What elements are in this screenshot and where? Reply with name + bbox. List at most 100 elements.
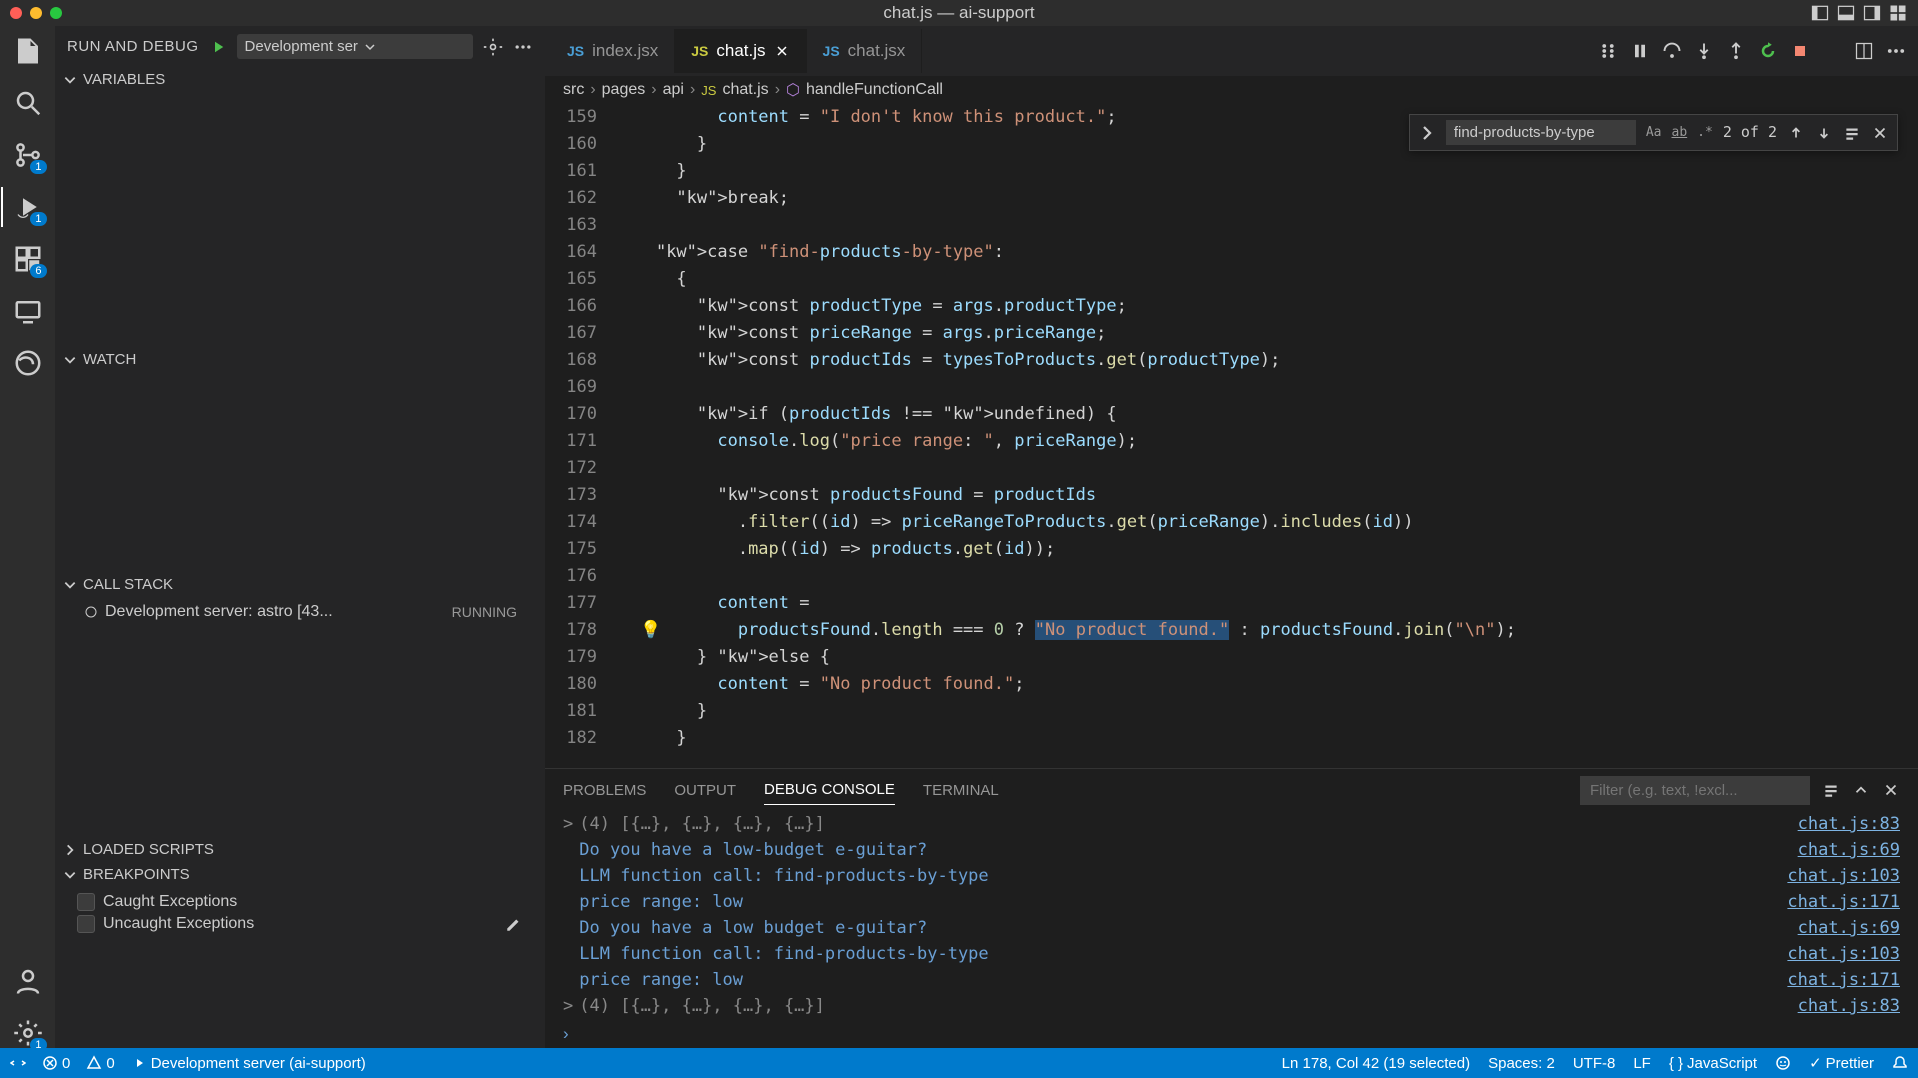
split-editor-icon[interactable] (1854, 41, 1874, 61)
chevron-right-icon[interactable] (1418, 124, 1436, 142)
bottom-panel: PROBLEMS OUTPUT DEBUG CONSOLE TERMINAL >… (545, 768, 1918, 1048)
cursor-position[interactable]: Ln 178, Col 42 (19 selected) (1282, 1054, 1470, 1072)
source-control-icon[interactable]: 1 (13, 140, 43, 170)
step-into-icon[interactable] (1694, 41, 1714, 61)
variables-header[interactable]: VARIABLES (55, 67, 545, 92)
window-title: chat.js — ai-support (883, 3, 1034, 23)
step-over-icon[interactable] (1662, 41, 1682, 61)
callstack-header[interactable]: CALL STACK (55, 572, 545, 597)
warnings-count[interactable]: 0 (86, 1055, 114, 1072)
watch-header[interactable]: WATCH (55, 347, 545, 372)
checkbox[interactable] (77, 915, 95, 933)
indentation[interactable]: Spaces: 2 (1488, 1054, 1555, 1072)
match-case-icon[interactable]: Aa (1646, 119, 1662, 146)
extensions-icon[interactable]: 6 (13, 244, 43, 274)
find-input[interactable] (1446, 120, 1636, 145)
feedback-icon[interactable] (1775, 1054, 1791, 1072)
code-editor[interactable]: Aa ab .* 2 of 2 159160161162163164165166… (545, 104, 1918, 768)
panel-left-icon[interactable] (1810, 3, 1830, 23)
close-icon[interactable] (1871, 124, 1889, 142)
debug-console[interactable]: >(4) [{…}, {…}, {…}, {…}]chat.js:83 Do y… (545, 811, 1918, 1020)
chevron-right-icon (63, 843, 77, 857)
more-icon[interactable] (513, 37, 533, 57)
close-icon[interactable] (774, 43, 790, 59)
editor-group: JSindex.jsx JSchat.js JSchat.jsx src› pa… (545, 26, 1918, 1048)
callstack-item[interactable]: Development server: astro [43... RUNNING (55, 601, 545, 623)
debug-target[interactable]: Development server (ai-support) (131, 1055, 366, 1072)
run-debug-icon[interactable]: 1 (13, 192, 43, 222)
prettier-status[interactable]: ✓ Prettier (1809, 1054, 1874, 1072)
eol[interactable]: LF (1633, 1054, 1651, 1072)
chevron-down-icon (63, 578, 77, 592)
edit-icon[interactable] (505, 915, 523, 933)
next-match-icon[interactable] (1815, 124, 1833, 142)
notifications-icon[interactable] (1892, 1054, 1908, 1072)
encoding[interactable]: UTF-8 (1573, 1054, 1616, 1072)
errors-count[interactable]: 0 (42, 1055, 70, 1072)
drag-icon[interactable] (1598, 41, 1618, 61)
pause-icon[interactable] (1630, 41, 1650, 61)
debug-settings-icon[interactable] (483, 37, 503, 57)
tab-problems[interactable]: PROBLEMS (563, 776, 646, 805)
panel-right-icon[interactable] (1862, 3, 1882, 23)
maximize-window[interactable] (50, 7, 62, 19)
start-debug-icon[interactable] (209, 38, 227, 56)
layout-controls (1810, 3, 1908, 23)
callstack-label: Development server: astro [43... (105, 603, 333, 621)
clear-icon[interactable] (1822, 781, 1840, 799)
restart-icon[interactable] (1758, 41, 1778, 61)
find-widget: Aa ab .* 2 of 2 (1409, 114, 1898, 151)
explorer-icon[interactable] (13, 36, 43, 66)
find-count: 2 of 2 (1723, 119, 1777, 146)
minimize-window[interactable] (30, 7, 42, 19)
code-content[interactable]: content = "I don't know this product."; … (615, 104, 1918, 768)
breakpoints-pane: BREAKPOINTS Caught Exceptions Uncaught E… (55, 862, 545, 939)
close-window[interactable] (10, 7, 22, 19)
find-in-selection-icon[interactable] (1843, 124, 1861, 142)
scm-badge: 1 (30, 160, 46, 174)
tab-debug-console[interactable]: DEBUG CONSOLE (764, 775, 895, 805)
edge-icon[interactable] (13, 348, 43, 378)
remote-icon[interactable] (13, 296, 43, 326)
js-icon: JS (701, 83, 716, 98)
loaded-scripts-header[interactable]: LOADED SCRIPTS (55, 837, 545, 862)
tab-chat-jsx[interactable]: JSchat.jsx (807, 29, 923, 73)
chevron-down-icon (63, 868, 77, 882)
language-mode[interactable]: { } JavaScript (1669, 1054, 1757, 1072)
close-panel-icon[interactable] (1882, 781, 1900, 799)
checkbox[interactable] (77, 893, 95, 911)
tab-chat-js[interactable]: JSchat.js (675, 29, 806, 73)
debug-badge: 1 (30, 212, 46, 226)
regex-icon[interactable]: .* (1697, 119, 1713, 146)
settings-gear-icon[interactable]: 1 (13, 1018, 43, 1048)
breakpoints-header[interactable]: BREAKPOINTS (55, 862, 545, 887)
ext-badge: 6 (30, 264, 46, 278)
tab-output[interactable]: OUTPUT (674, 776, 736, 805)
account-icon[interactable] (13, 966, 43, 996)
run-debug-label: RUN AND DEBUG (67, 38, 199, 55)
tab-terminal[interactable]: TERMINAL (923, 776, 999, 805)
console-prompt[interactable]: › (545, 1020, 1918, 1048)
settings-badge: 1 (30, 1038, 46, 1052)
debug-config-select[interactable]: Development ser (237, 34, 473, 59)
step-out-icon[interactable] (1726, 41, 1746, 61)
breakpoint-uncaught[interactable]: Uncaught Exceptions (55, 913, 545, 935)
watch-pane: WATCH (55, 347, 545, 572)
run-header: RUN AND DEBUG Development ser (55, 26, 545, 67)
more-icon[interactable] (1886, 41, 1906, 61)
whole-word-icon[interactable]: ab (1672, 119, 1688, 146)
chevron-down-icon (364, 41, 376, 53)
stop-icon[interactable] (1790, 41, 1810, 61)
collapse-icon[interactable] (1852, 781, 1870, 799)
remote-indicator[interactable] (10, 1055, 26, 1071)
console-filter-input[interactable] (1580, 776, 1810, 805)
panel-tabs: PROBLEMS OUTPUT DEBUG CONSOLE TERMINAL (545, 769, 1918, 811)
customize-layout-icon[interactable] (1888, 3, 1908, 23)
tab-index-jsx[interactable]: JSindex.jsx (551, 29, 675, 73)
line-numbers: 1591601611621631641651661671681691701711… (545, 104, 615, 768)
breakpoint-caught[interactable]: Caught Exceptions (55, 891, 545, 913)
breadcrumb[interactable]: src› pages› api› JSchat.js› ⬡handleFunct… (545, 76, 1918, 104)
prev-match-icon[interactable] (1787, 124, 1805, 142)
search-icon[interactable] (13, 88, 43, 118)
panel-bottom-icon[interactable] (1836, 3, 1856, 23)
